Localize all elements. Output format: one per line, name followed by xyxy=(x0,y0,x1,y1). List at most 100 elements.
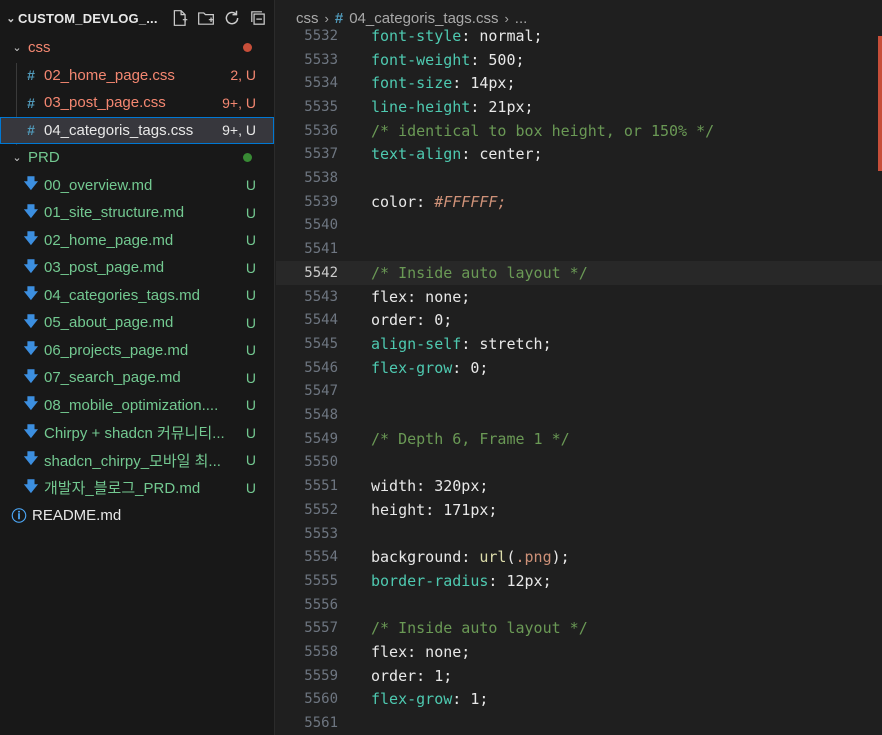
workspace-title[interactable]: CUSTOM_DEVLOG_... xyxy=(18,11,170,26)
file-status: U xyxy=(245,342,256,359)
code-line[interactable]: 5557 /* Inside auto layout */ xyxy=(276,617,882,641)
chevron-down-icon[interactable]: ⌄ xyxy=(4,12,18,25)
vertical-scrollbar[interactable] xyxy=(868,36,882,735)
code-text: background: url(.png); xyxy=(371,548,570,567)
code-line[interactable]: 5548 xyxy=(276,403,882,427)
code-line[interactable]: 5533 font-weight: 500; xyxy=(276,48,882,72)
file-status: U xyxy=(245,314,256,331)
code-line[interactable]: 5551 width: 320px; xyxy=(276,474,882,498)
code-line[interactable]: 5560 flex-grow: 1; xyxy=(276,688,882,712)
line-number: 5554 xyxy=(304,549,338,566)
line-number: 5556 xyxy=(304,596,338,613)
code-line[interactable]: 5545 align-self: stretch; xyxy=(276,332,882,356)
file-label: 02_home_page.css xyxy=(44,66,175,84)
info-icon: ⓘ xyxy=(11,507,27,525)
css-file-icon: # xyxy=(27,94,35,111)
file-label: 04_categoris_tags.css xyxy=(44,121,194,139)
file-status: U xyxy=(245,424,256,441)
file-item-prd[interactable]: 🡇 08_mobile_optimization.... U xyxy=(0,392,274,420)
file-item-prd[interactable]: 🡇 05_about_page.md U xyxy=(0,309,274,337)
code-line[interactable]: 5535 line-height: 21px; xyxy=(276,95,882,119)
line-number: 5547 xyxy=(304,383,338,400)
file-item-03-post-css[interactable]: # 03_post_page.css 9+, U xyxy=(0,89,274,117)
code-line[interactable]: 5558 flex: none; xyxy=(276,640,882,664)
folder-prd[interactable]: ⌄ PRD xyxy=(0,144,274,172)
line-number: 5540 xyxy=(304,217,338,234)
code-line[interactable]: 5536 /* identical to box height, or 150% … xyxy=(276,119,882,143)
file-item-prd[interactable]: 🡇 shadcn_chirpy_모바일 최... U xyxy=(0,447,274,475)
file-item-prd[interactable]: 🡇 02_home_page.md U xyxy=(0,227,274,255)
code-line[interactable]: 5555 border-radius: 12px; xyxy=(276,569,882,593)
line-number: 5534 xyxy=(304,75,338,92)
line-number: 5532 xyxy=(304,27,338,44)
code-line[interactable]: 5554 background: url(.png); xyxy=(276,545,882,569)
code-line[interactable]: 5553 xyxy=(276,522,882,546)
code-line[interactable]: 5542 /* Inside auto layout */ xyxy=(276,261,882,285)
code-line[interactable]: 5559 order: 1; xyxy=(276,664,882,688)
code-line[interactable]: 5544 order: 0; xyxy=(276,308,882,332)
code-line[interactable]: 5552 height: 171px; xyxy=(276,498,882,522)
code-text: /* identical to box height, or 150% */ xyxy=(371,121,715,140)
code-text: border-radius: 12px; xyxy=(371,571,552,590)
code-line[interactable]: 5540 xyxy=(276,214,882,238)
refresh-icon[interactable] xyxy=(222,8,242,28)
code-text: height: 171px; xyxy=(371,500,498,519)
file-status: U xyxy=(245,287,256,304)
new-folder-icon[interactable] xyxy=(196,8,216,28)
chevron-down-icon: ⌄ xyxy=(12,152,22,165)
collapse-all-icon[interactable] xyxy=(248,8,268,28)
file-status: U xyxy=(245,452,256,469)
markdown-download-icon: 🡇 xyxy=(23,175,39,192)
code-line[interactable]: 5541 xyxy=(276,237,882,261)
code-line[interactable]: 5546 flex-grow: 0; xyxy=(276,356,882,380)
markdown-download-icon: 🡇 xyxy=(23,202,39,219)
file-item-prd[interactable]: 🡇 Chirpy + shadcn 커뮤니티... U xyxy=(0,419,274,447)
folder-label: css xyxy=(28,39,51,57)
code-line[interactable]: 5532 font-style: normal; xyxy=(276,24,882,48)
code-line[interactable]: 5561 xyxy=(276,711,882,735)
line-number: 5533 xyxy=(304,51,338,68)
file-item-prd[interactable]: 🡇 03_post_page.md U xyxy=(0,254,274,282)
code-editor[interactable]: 5532 font-style: normal; 5533 font-weight: … xyxy=(276,27,882,735)
file-item-prd[interactable]: 🡇 07_search_page.md U xyxy=(0,364,274,392)
line-number: 5557 xyxy=(304,620,338,637)
line-number: 5541 xyxy=(304,241,338,258)
code-line[interactable]: 5534 font-size: 14px; xyxy=(276,71,882,95)
code-line[interactable]: 5543 flex: none; xyxy=(276,285,882,309)
css-file-icon: # xyxy=(27,122,35,139)
file-status: 9+, U xyxy=(222,94,256,111)
file-item-prd[interactable]: 🡇 06_projects_page.md U xyxy=(0,337,274,365)
file-label: shadcn_chirpy_모바일 최... xyxy=(44,452,221,470)
code-line[interactable]: 5539 color: #FFFFFF; xyxy=(276,190,882,214)
code-text: order: 1; xyxy=(371,666,453,685)
code-line[interactable]: 5547 xyxy=(276,380,882,404)
line-number: 5543 xyxy=(304,288,338,305)
file-item-readme[interactable]: ⓘ README.md xyxy=(0,502,274,530)
code-line[interactable]: 5537 text-align: center; xyxy=(276,143,882,167)
markdown-download-icon: 🡇 xyxy=(23,340,39,357)
code-text: font-size: 14px; xyxy=(371,74,516,93)
folder-css[interactable]: ⌄ css xyxy=(0,34,274,62)
line-number: 5536 xyxy=(304,122,338,139)
code-line[interactable]: 5538 xyxy=(276,166,882,190)
code-line[interactable]: 5549 /* Depth 6, Frame 1 */ xyxy=(276,427,882,451)
new-file-icon[interactable] xyxy=(170,8,190,28)
explorer-header[interactable]: ⌄ CUSTOM_DEVLOG_... xyxy=(0,0,274,36)
file-label: README.md xyxy=(32,506,122,524)
file-label: Chirpy + shadcn 커뮤니티... xyxy=(44,425,225,443)
file-item-prd[interactable]: 🡇 00_overview.md U xyxy=(0,172,274,200)
file-item-prd[interactable]: 🡇 04_categories_tags.md U xyxy=(0,282,274,310)
markdown-download-icon: 🡇 xyxy=(23,395,39,412)
code-line[interactable]: 5556 xyxy=(276,593,882,617)
code-text: width: 320px; xyxy=(371,477,489,496)
code-text: /* Depth 6, Frame 1 */ xyxy=(371,429,570,448)
file-item-prd[interactable]: 🡇 01_site_structure.md U xyxy=(0,199,274,227)
file-item-04-categoris-css[interactable]: # 04_categoris_tags.css 9+, U xyxy=(0,116,274,144)
file-item-prd[interactable]: 🡇 개발자_블로그_PRD.md U xyxy=(0,474,274,502)
line-number: 5542 xyxy=(304,264,338,281)
code-text: flex-grow: 1; xyxy=(371,690,489,709)
code-line[interactable]: 5550 xyxy=(276,451,882,475)
file-label: 03_post_page.md xyxy=(44,259,165,277)
file-item-02-home-css[interactable]: # 02_home_page.css 2, U xyxy=(0,62,274,90)
code-text: /* Inside auto layout */ xyxy=(371,619,588,638)
